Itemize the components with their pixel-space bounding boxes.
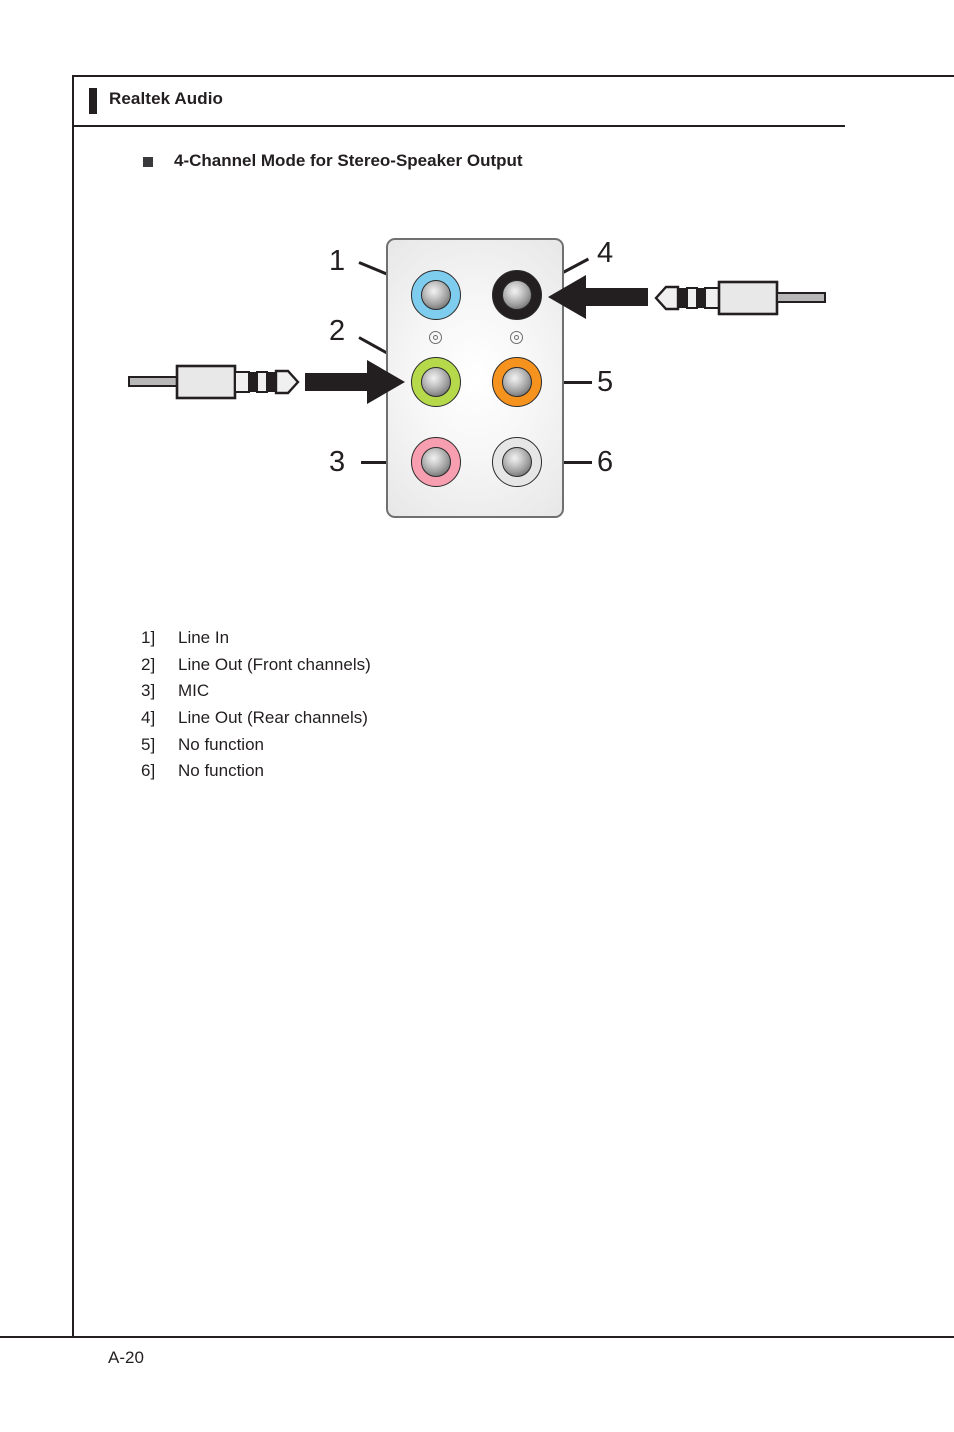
list-item: 4] Line Out (Rear channels) xyxy=(141,708,641,735)
legend-index: 1] xyxy=(141,628,156,647)
callout-number-2: 2 xyxy=(329,315,346,347)
legend-index: 6] xyxy=(141,761,156,781)
arrow-into-front-line-out xyxy=(305,360,405,404)
audio-port-5-no-function[interactable] xyxy=(492,357,542,407)
legend-label: Line Out (Rear channels) xyxy=(178,708,368,728)
port-4-hole xyxy=(502,280,532,310)
callout-number-5: 5 xyxy=(597,366,614,398)
callout-number-4: 4 xyxy=(597,237,614,269)
port-1-hole xyxy=(421,280,451,310)
legend-index: 4] xyxy=(141,708,156,728)
audio-port-1-line-in[interactable] xyxy=(411,270,461,320)
page-bottom-rule xyxy=(0,1336,954,1338)
legend-index: 5] xyxy=(141,734,156,754)
list-item: 2] Line Out (Front channels) xyxy=(141,655,641,682)
audio-port-4-line-out-rear[interactable] xyxy=(492,270,542,320)
audio-plug-left xyxy=(128,364,300,400)
list-item: 5] No function xyxy=(141,735,641,762)
audio-plug-right xyxy=(654,280,826,316)
callout-number-1: 1 xyxy=(329,245,346,277)
list-item: 6] No function xyxy=(141,761,641,788)
legend-index: 2] xyxy=(141,654,156,674)
port-5-hole xyxy=(502,367,532,397)
screw-hole-icon-right xyxy=(510,331,523,344)
audio-port-3-mic[interactable] xyxy=(411,437,461,487)
list-item: 3] MIC xyxy=(141,681,641,708)
page-number: A-20 xyxy=(108,1348,144,1367)
legend-index: 3] xyxy=(141,681,156,701)
port-3-hole xyxy=(421,447,451,477)
arrow-into-rear-line-out xyxy=(548,275,648,319)
audio-port-diagram: 1 2 3 4 5 6 xyxy=(0,0,954,600)
port-2-hole xyxy=(421,367,451,397)
legend-label: MIC xyxy=(178,681,210,701)
port-6-hole xyxy=(502,447,532,477)
port-legend-list: 1] Line In 2] Line Out (Front channels) … xyxy=(141,628,641,788)
screw-hole-icon-left xyxy=(429,331,442,344)
legend-label: No function xyxy=(178,734,264,754)
legend-label: Line Out (Front channels) xyxy=(178,654,371,674)
document-page: Realtek Audio 4-Channel Mode for Stereo-… xyxy=(0,0,954,1432)
callout-number-6: 6 xyxy=(597,446,614,478)
audio-port-6-no-function[interactable] xyxy=(492,437,542,487)
list-item: 1] Line In xyxy=(141,628,641,655)
legend-label: Line In xyxy=(178,628,230,647)
legend-label: No function xyxy=(178,761,264,781)
callout-number-3: 3 xyxy=(329,446,346,478)
audio-port-2-line-out-front[interactable] xyxy=(411,357,461,407)
